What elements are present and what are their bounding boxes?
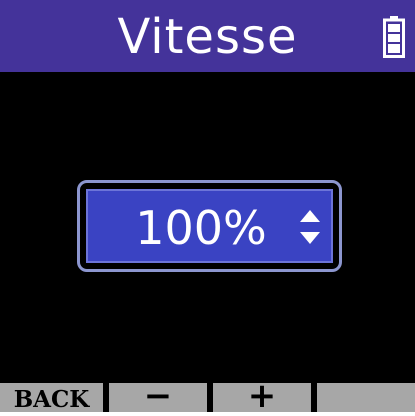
empty-softkey[interactable] [317, 383, 415, 412]
softkey-bar: BACK − + [0, 376, 415, 416]
back-button[interactable]: BACK [0, 383, 103, 413]
page-title: Vitesse [117, 9, 298, 65]
back-button-label: BACK [13, 386, 90, 413]
device-screen: Vitesse 100% [0, 0, 415, 412]
battery-full-icon [383, 16, 405, 58]
plus-icon: + [247, 376, 277, 416]
increase-button[interactable]: + [213, 376, 311, 416]
decrease-button[interactable]: − [109, 376, 207, 416]
minus-icon: − [143, 376, 173, 416]
speed-value: 100% [135, 201, 267, 255]
up-down-arrows-icon [300, 210, 320, 244]
